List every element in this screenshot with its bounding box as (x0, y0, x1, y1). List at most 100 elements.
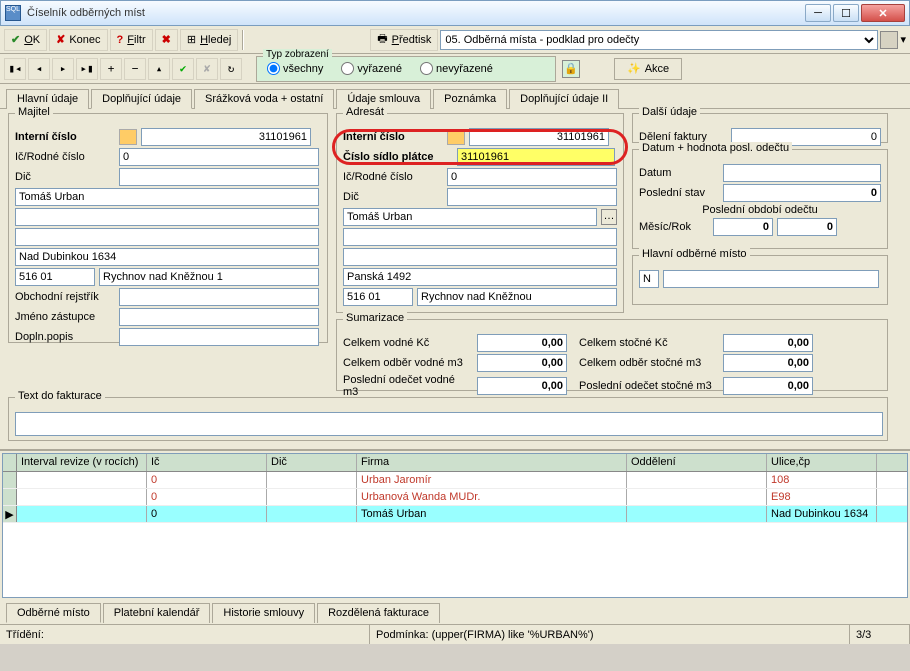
statusbar: Třídění: Podmínka: (upper(FIRMA) like '%… (0, 624, 910, 644)
adresat-group: Adresát Interní číslo Číslo sídlo plátce… (336, 113, 624, 313)
konec-button[interactable]: ✘Konec (49, 29, 107, 51)
majitel-dic[interactable] (119, 168, 319, 186)
adresat-line3[interactable] (343, 248, 617, 266)
majitel-zip[interactable] (15, 268, 95, 286)
majitel-street[interactable] (15, 248, 319, 266)
col-header[interactable]: Firma (357, 454, 627, 471)
adresat-city[interactable] (417, 288, 617, 306)
add-button[interactable]: + (100, 58, 122, 80)
majitel-name[interactable] (15, 188, 319, 206)
delete-button[interactable]: − (124, 58, 146, 80)
group-label: Sumarizace (343, 312, 407, 324)
table-row[interactable]: 0 Urban Jaromír 108 (3, 472, 907, 489)
tab-doplnujici2[interactable]: Doplňující údaje II (509, 89, 619, 109)
row-marker (3, 489, 17, 505)
tab-doplnujici[interactable]: Doplňující údaje (91, 89, 192, 109)
last-button[interactable]: ▸▮ (76, 58, 98, 80)
minimize-button[interactable]: ─ (805, 4, 831, 22)
majitel-or[interactable] (119, 288, 319, 306)
adresat-line2[interactable] (343, 228, 617, 246)
adresat-dic[interactable] (447, 188, 617, 206)
cosm[interactable] (723, 354, 813, 372)
col-header[interactable]: Interval revize (v rocích) (17, 454, 147, 471)
question-icon: ? (117, 34, 124, 46)
group-label: Typ zobrazení (263, 49, 332, 60)
tab-srazkova[interactable]: Srážková voda + ostatní (194, 89, 334, 109)
radio-vyrazene[interactable]: vyřazené (341, 62, 402, 75)
confirm-button[interactable]: ✔ (172, 58, 194, 80)
maximize-button[interactable]: ☐ (833, 4, 859, 22)
datum[interactable] (723, 164, 881, 182)
data-grid[interactable]: Interval revize (v rocích) Ič Dič Firma … (2, 453, 908, 598)
printer-icon[interactable] (880, 31, 898, 49)
radio-nevyrazene[interactable]: nevyřazené (420, 62, 493, 75)
majitel-jz[interactable] (119, 308, 319, 326)
majitel-line3[interactable] (15, 228, 319, 246)
predtisk-select[interactable]: 05. Odběrná místa - podklad pro odečty (440, 30, 878, 50)
dropdown-icon[interactable]: ▾ (900, 33, 906, 46)
tab-odberne-misto[interactable]: Odběrné místo (6, 603, 101, 623)
filtr-button[interactable]: ?FiltrFiltr (110, 29, 153, 51)
adresat-name[interactable] (343, 208, 597, 226)
up-button[interactable]: ▴ (148, 58, 170, 80)
mesic[interactable] (713, 218, 773, 236)
ellipsis-button[interactable]: … (601, 209, 617, 225)
predtisk-button[interactable]: 🖶PředtiskPředtisk (370, 29, 438, 51)
map-icon[interactable] (447, 129, 465, 145)
titlebar: SQL Číselník odběrných míst ─ ☐ ✕ (0, 0, 910, 26)
adresat-intc[interactable] (469, 128, 609, 146)
label: Ič/Rodné číslo (343, 171, 443, 183)
hom-text[interactable] (663, 270, 879, 288)
tab-historie[interactable]: Historie smlouvy (212, 603, 315, 623)
hom-group: Hlavní odběrné místo (632, 255, 888, 305)
hledej-button[interactable]: ⊞HledejHledej (180, 29, 238, 51)
cvk[interactable] (477, 334, 567, 352)
rok[interactable] (777, 218, 837, 236)
col-header[interactable]: Ič (147, 454, 267, 471)
table-row[interactable]: 0 Urbanová Wanda MUDr. E98 (3, 489, 907, 506)
prev-button[interactable]: ◂ (28, 58, 50, 80)
label: Poslední odečet vodné m3 (343, 374, 473, 398)
label: Měsíc/Rok (639, 221, 709, 233)
majitel-intc[interactable] (141, 128, 311, 146)
text-fakturace[interactable] (15, 412, 883, 436)
majitel-icrc[interactable] (119, 148, 319, 166)
radio-vsechny[interactable]: všechny (267, 62, 323, 75)
adresat-zip[interactable] (343, 288, 413, 306)
table-row[interactable]: ▶ 0 Tomáš Urban Nad Dubinkou 1634 (3, 506, 907, 523)
label: Dopln.popis (15, 331, 115, 343)
col-header[interactable]: Dič (267, 454, 357, 471)
refresh-button[interactable]: ↻ (220, 58, 242, 80)
adresat-street[interactable] (343, 268, 617, 286)
hom-flag[interactable] (639, 270, 659, 288)
majitel-line2[interactable] (15, 208, 319, 226)
adresat-icrc[interactable] (447, 168, 617, 186)
map-icon[interactable] (119, 129, 137, 145)
check-icon: ✔ (11, 33, 20, 46)
pos[interactable] (723, 377, 813, 395)
col-header[interactable]: Oddělení (627, 454, 767, 471)
adresat-csp[interactable] (457, 148, 615, 166)
tab-poznamka[interactable]: Poznámka (433, 89, 507, 109)
group-label: Datum + hodnota posl. odečtu (639, 142, 792, 154)
dalsi-group: Další údaje Dělení faktury (632, 113, 888, 143)
csk[interactable] (723, 334, 813, 352)
close-button[interactable]: ✕ (861, 4, 905, 22)
col-header[interactable]: Ulice,čp (767, 454, 877, 471)
majitel-city[interactable] (99, 268, 319, 286)
cancel-button[interactable]: ✘ (196, 58, 218, 80)
lock-icon[interactable]: 🔒 (562, 60, 580, 78)
majitel-dp[interactable] (119, 328, 319, 346)
ok-button[interactable]: ✔OOKK (4, 29, 47, 51)
posledni-stav[interactable] (723, 184, 881, 202)
tab-platebni[interactable]: Platební kalendář (103, 603, 211, 623)
first-button[interactable]: ▮◂ (4, 58, 26, 80)
tab-rozdelena[interactable]: Rozdělená fakturace (317, 603, 440, 623)
clear-filter-button[interactable]: ✖ (155, 29, 178, 51)
grid-area: Interval revize (v rocích) Ič Dič Firma … (0, 449, 910, 624)
pov[interactable] (477, 377, 567, 395)
covm[interactable] (477, 354, 567, 372)
next-button[interactable]: ▸ (52, 58, 74, 80)
akce-button[interactable]: ✨Akce (614, 58, 682, 80)
app-icon: SQL (5, 5, 21, 21)
